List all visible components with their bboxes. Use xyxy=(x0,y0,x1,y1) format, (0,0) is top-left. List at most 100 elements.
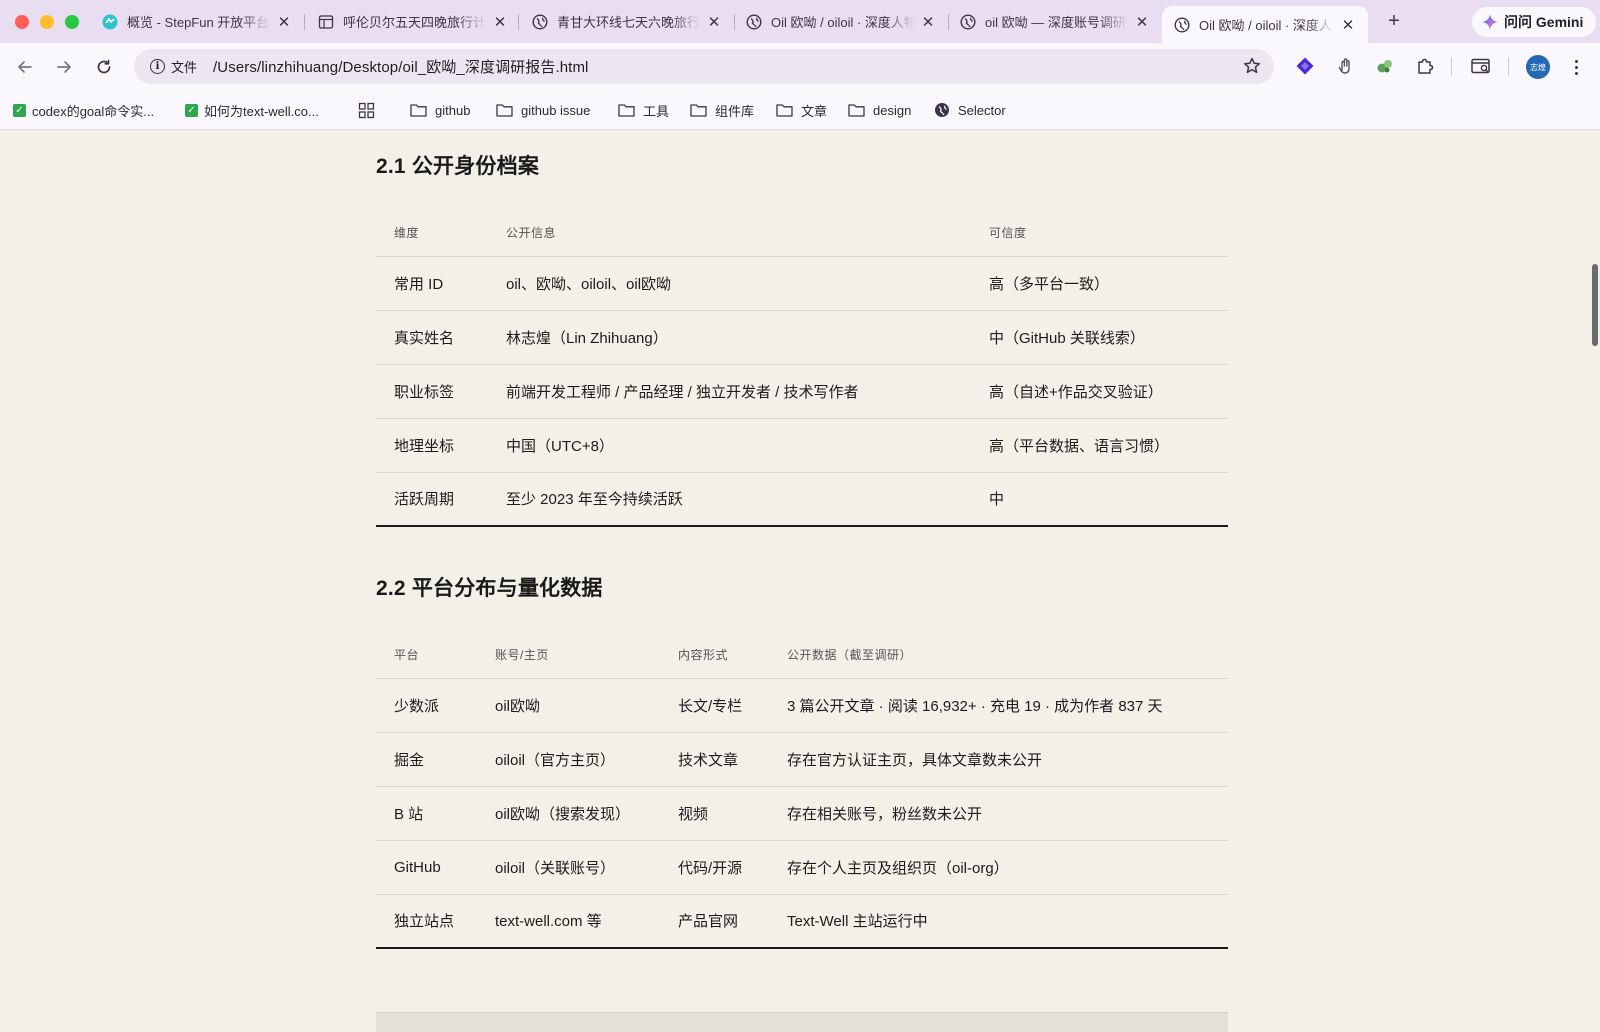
tab-close-icon[interactable]: ✕ xyxy=(276,13,292,31)
browser-tab[interactable]: 概览 - StepFun 开放平台 ✕ xyxy=(102,6,292,37)
address-bar[interactable]: i 文件 /Users/linzhihuang/Desktop/oil_欧呦_深… xyxy=(134,49,1274,84)
table-row: 地理坐标 中国（UTC+8） 高（平台数据、语言习惯） xyxy=(376,418,1228,473)
table-cell: oiloil（官方主页） xyxy=(477,732,660,787)
column-header: 维度 xyxy=(376,210,488,257)
table-cell: 技术文章 xyxy=(660,732,769,787)
browser-tab-active[interactable]: Oil 欧呦 / oiloil · 深度人物调研 ✕ xyxy=(1162,6,1368,43)
table-cell: 林志煌（Lin Zhihuang） xyxy=(488,310,971,365)
bookmark-label: codex的goal命令实... xyxy=(32,103,155,119)
browser-menu-button[interactable] xyxy=(1566,55,1586,79)
table-row: 独立站点 text-well.com 等 产品官网 Text-Well 主站运行… xyxy=(376,894,1228,949)
tab-title: oil 欧呦 — 深度账号调研报告 xyxy=(985,15,1128,30)
browser-tab[interactable]: 青甘大环线七天六晚旅行计划 ✕ xyxy=(532,6,722,37)
bookmark-folder-articles[interactable]: 文章 xyxy=(776,100,827,120)
back-button[interactable] xyxy=(13,55,37,79)
folder-icon xyxy=(848,104,865,117)
tab-search-icon[interactable] xyxy=(1470,55,1492,77)
bookmark-folder-components[interactable]: 组件库 xyxy=(690,100,754,120)
column-header: 可信度 xyxy=(971,210,1228,257)
extension-diamond-icon[interactable] xyxy=(1294,55,1316,77)
table-cell: GitHub xyxy=(376,840,477,895)
table-row: 真实姓名 林志煌（Lin Zhihuang） 中（GitHub 关联线索） xyxy=(376,310,1228,365)
address-url[interactable]: /Users/linzhihuang/Desktop/oil_欧呦_深度调研报告… xyxy=(213,56,588,77)
tab-close-icon[interactable]: ✕ xyxy=(1134,13,1150,31)
bookmark-folder-github-issue[interactable]: github issue xyxy=(496,100,590,120)
tab-close-icon[interactable]: ✕ xyxy=(1340,16,1356,34)
table-cell: Text-Well 主站运行中 xyxy=(769,894,1228,949)
identity-table: 维度 公开信息 可信度 常用 ID oil、欧呦、oiloil、oil欧呦 高（… xyxy=(376,210,1228,527)
table-cell: 长文/专栏 xyxy=(660,678,769,733)
table-cell: 存在官方认证主页，具体文章数未公开 xyxy=(769,732,1228,787)
table-cell: 独立站点 xyxy=(376,894,477,949)
arrow-right-icon xyxy=(57,61,71,73)
table-cell: 常用 ID xyxy=(376,256,488,311)
table-row: 职业标签 前端开发工程师 / 产品经理 / 独立开发者 / 技术写作者 高（自述… xyxy=(376,364,1228,419)
browser-tab[interactable]: oil 欧呦 — 深度账号调研报告 ✕ xyxy=(960,6,1150,37)
table-cell: 高（自述+作品交叉验证） xyxy=(971,364,1228,419)
table-cell: 至少 2023 年至今持续活跃 xyxy=(488,472,971,527)
tab-title: 概览 - StepFun 开放平台 xyxy=(127,15,270,30)
tab-close-icon[interactable]: ✕ xyxy=(920,13,936,31)
tab-strip: 概览 - StepFun 开放平台 ✕ 呼伦贝尔五天四晚旅行计划 ✕ 青甘大环线… xyxy=(0,0,1600,43)
tab-title: 青甘大环线七天六晚旅行计划 xyxy=(557,15,700,30)
bookmark-item[interactable]: ✓ 如何为text-well.co... xyxy=(185,100,319,120)
bookmark-label: 文章 xyxy=(801,103,828,119)
browser-tab[interactable]: Oil 欧呦 / oiloil · 深度人物调研 ✕ xyxy=(746,6,936,37)
bookmark-selector[interactable]: Selector xyxy=(934,100,1006,120)
page-scrollbar-thumb[interactable] xyxy=(1592,264,1598,346)
table-cell: B 站 xyxy=(376,786,477,841)
folder-icon xyxy=(776,104,793,117)
tab-close-icon[interactable]: ✕ xyxy=(706,13,722,31)
folder-icon xyxy=(496,104,513,117)
window-zoom-button[interactable] xyxy=(65,15,79,29)
new-tab-button[interactable]: + xyxy=(1383,10,1405,32)
window-close-button[interactable] xyxy=(15,15,29,29)
tab-title: Oil 欧呦 / oiloil · 深度人物调研 xyxy=(771,15,914,30)
table-cell: oil欧呦（搜索发现） xyxy=(477,786,660,841)
apps-grid-button[interactable] xyxy=(358,100,375,120)
column-header: 公开信息 xyxy=(488,210,971,257)
table-cell: 活跃周期 xyxy=(376,472,488,527)
tab-title: Oil 欧呦 / oiloil · 深度人物调研 xyxy=(1199,18,1334,33)
table-header-row: 维度 公开信息 可信度 xyxy=(376,210,1228,257)
bookmark-item[interactable]: ✓ codex的goal命令实... xyxy=(13,100,154,120)
table-cell: 3 篇公开文章 · 阅读 16,932+ · 充电 19 · 成为作者 837 … xyxy=(769,678,1228,733)
window-minimize-button[interactable] xyxy=(40,15,54,29)
site-info-chip[interactable]: i 文件 xyxy=(142,54,205,79)
gemini-label: 问问 Gemini xyxy=(1504,14,1584,30)
table-cell: 存在相关账号，粉丝数未公开 xyxy=(769,786,1228,841)
bookmark-folder-github[interactable]: github xyxy=(410,100,470,120)
table-cell: 中国（UTC+8） xyxy=(488,418,971,473)
column-header: 公开数据（截至调研） xyxy=(769,632,1228,679)
bookmark-label: 工具 xyxy=(643,103,670,119)
bookmark-folder-tools[interactable]: 工具 xyxy=(618,100,669,120)
extension-hand-icon[interactable] xyxy=(1334,55,1356,77)
globe-icon xyxy=(1174,16,1190,33)
table-cell: oil欧呦 xyxy=(477,678,660,733)
table-cell: oiloil（关联账号） xyxy=(477,840,660,895)
bookmark-star-icon[interactable] xyxy=(1242,56,1262,76)
extension-puzzle-green-icon[interactable] xyxy=(1374,55,1396,77)
table-cell: 掘金 xyxy=(376,732,477,787)
tab-title: 呼伦贝尔五天四晚旅行计划 xyxy=(343,15,486,30)
forward-button[interactable] xyxy=(52,55,76,79)
section-heading-platforms: 2.2 平台分布与量化数据 xyxy=(376,577,603,600)
platform-table: 平台 账号/主页 内容形式 公开数据（截至调研） 少数派 oil欧呦 长文/专栏… xyxy=(376,632,1228,949)
table-cell: 少数派 xyxy=(376,678,477,733)
bookmark-folder-design[interactable]: design xyxy=(848,100,911,120)
table-row: 掘金 oiloil（官方主页） 技术文章 存在官方认证主页，具体文章数未公开 xyxy=(376,732,1228,787)
table-row: 常用 ID oil、欧呦、oiloil、oil欧呦 高（多平台一致） xyxy=(376,256,1228,311)
profile-avatar[interactable]: 志煌 xyxy=(1526,55,1550,79)
ask-gemini-button[interactable]: 问问 Gemini xyxy=(1472,7,1596,37)
site-info-label: 文件 xyxy=(171,60,198,75)
tab-close-icon[interactable]: ✕ xyxy=(492,13,508,31)
table-cell: 视频 xyxy=(660,786,769,841)
folder-icon xyxy=(410,104,427,117)
table-header-row: 平台 账号/主页 内容形式 公开数据（截至调研） xyxy=(376,632,1228,679)
bookmarks-bar: ✓ codex的goal命令实... ✓ 如何为text-well.co... … xyxy=(0,90,1600,130)
folder-icon xyxy=(690,104,707,117)
reload-button[interactable] xyxy=(92,55,116,79)
extensions-puzzle-icon[interactable] xyxy=(1414,55,1436,77)
browser-tab[interactable]: 呼伦贝尔五天四晚旅行计划 ✕ xyxy=(318,6,508,37)
folder-icon xyxy=(618,104,635,117)
